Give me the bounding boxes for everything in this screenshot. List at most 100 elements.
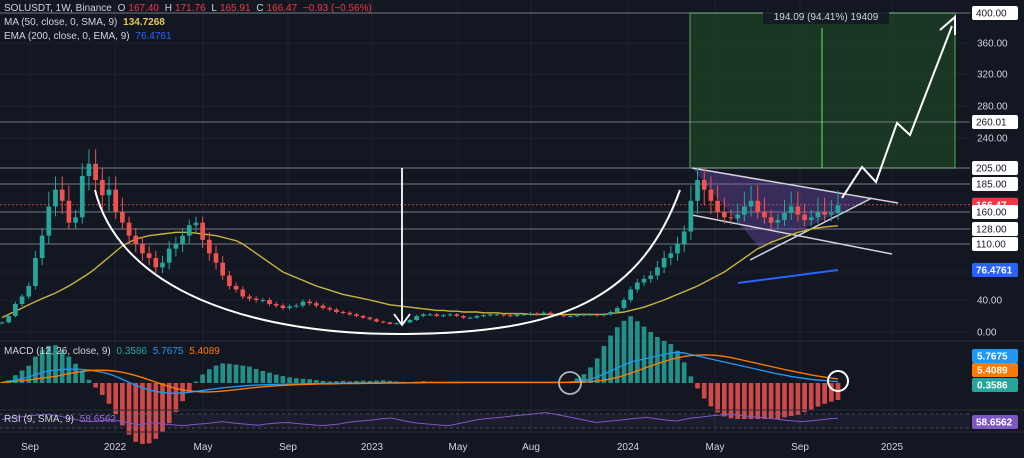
candle-body xyxy=(166,248,172,263)
candle-body xyxy=(681,231,687,244)
candle-body xyxy=(721,212,727,218)
candle-body xyxy=(828,213,834,215)
candle-56 xyxy=(374,318,379,323)
candle-10 xyxy=(66,185,72,229)
candle-body xyxy=(180,235,185,244)
macd-histogram-bar xyxy=(721,383,727,417)
candle-25 xyxy=(166,241,172,270)
candle-50 xyxy=(334,307,339,314)
macd-histogram-bar xyxy=(106,383,112,404)
macd-histogram-bar xyxy=(113,383,119,414)
candle-11 xyxy=(73,209,78,229)
candle-21 xyxy=(140,236,145,261)
candle-body xyxy=(715,200,720,212)
time-tick-4: 2023 xyxy=(361,442,384,453)
high-value: 171.76 xyxy=(175,3,206,14)
close-value: 166.47 xyxy=(266,3,298,14)
symbol-legend: SOLUSDT, 1W, Binance O 167.40 H 171.76 L 16… xyxy=(4,3,375,14)
candle-53 xyxy=(354,312,359,318)
price-label-7: 110.00 xyxy=(972,237,1018,251)
price-tick-4: 240.00 xyxy=(977,134,1008,145)
candle-body xyxy=(434,314,440,316)
candle-31 xyxy=(206,232,212,261)
macd-histogram-bar xyxy=(782,383,787,418)
rsi-axis-label-text: 58.6562 xyxy=(976,418,1013,429)
macd-histogram-bar xyxy=(601,346,607,383)
candle-33 xyxy=(220,255,226,280)
candle-35 xyxy=(233,282,239,293)
target-box-label-group: 194.09 (94.41%) 19409 xyxy=(763,8,889,24)
macd-histogram-bar xyxy=(815,383,821,407)
ma-value: 134.7268 xyxy=(123,17,165,28)
candle-body xyxy=(220,262,226,276)
candle-body xyxy=(193,222,199,226)
candle-body xyxy=(421,314,426,316)
macd-histogram-bar xyxy=(247,366,252,383)
candle-body xyxy=(487,314,493,316)
candle-body xyxy=(802,214,807,220)
candle-body xyxy=(748,200,754,207)
candle-body xyxy=(661,258,667,268)
macd-histogram-bar xyxy=(594,358,600,383)
macd-histogram-bar xyxy=(688,376,694,383)
candle-59 xyxy=(394,322,399,325)
macd-axis-label-1: 5.4089 xyxy=(972,363,1018,377)
candle-body xyxy=(735,214,741,219)
time-tick-3: Sep xyxy=(279,442,297,453)
candle-body xyxy=(668,253,674,258)
price-tick-12: 0.00 xyxy=(977,328,997,339)
candle-44 xyxy=(293,303,299,309)
macd-histogram-bar xyxy=(287,377,292,383)
candle-5 xyxy=(33,250,38,290)
price-label-1: 260.01 xyxy=(972,114,1018,129)
candle-41 xyxy=(273,301,279,308)
candle-body xyxy=(0,322,5,324)
price-label-5: 160.00 xyxy=(972,205,1018,219)
ma-label: MA (50, close, 0, SMA, 9) xyxy=(4,17,118,28)
price-label-8: 76.4761 xyxy=(972,263,1018,277)
low-value: 165.91 xyxy=(219,3,251,14)
macd-histogram-bar xyxy=(701,383,707,399)
candle-42 xyxy=(280,303,286,310)
candle-body xyxy=(233,286,239,290)
rsi-label: RSI (9, SMA, 9) xyxy=(4,414,75,425)
candle-24 xyxy=(160,255,165,274)
price-label-text: 205.00 xyxy=(976,164,1007,175)
close-label: C xyxy=(256,3,264,14)
candle-body xyxy=(695,180,700,201)
macd-histogram-bar xyxy=(213,365,219,383)
candle-body xyxy=(441,315,446,317)
macd-histogram-bar xyxy=(140,383,145,444)
candle-body xyxy=(581,314,587,316)
macd-histogram-bar xyxy=(788,383,794,416)
candle-body xyxy=(106,189,112,196)
candle-body xyxy=(427,314,433,316)
macd-histogram-bar xyxy=(233,364,239,383)
candle-body xyxy=(334,309,339,312)
candle-body xyxy=(66,200,72,223)
candle-body xyxy=(79,176,85,218)
candle-body xyxy=(59,189,65,201)
macd-histogram-bar xyxy=(99,383,105,395)
candle-body xyxy=(507,315,513,317)
candle-58 xyxy=(387,321,393,325)
candle-body xyxy=(628,289,634,300)
macd-histogram-bar xyxy=(206,369,212,383)
candle-body xyxy=(206,239,212,254)
candle-body xyxy=(655,267,660,276)
macd-histogram-bar xyxy=(762,383,767,419)
candle-body xyxy=(601,314,607,316)
candle-body xyxy=(340,312,346,313)
candle-67 xyxy=(447,312,453,317)
time-tick-6: Aug xyxy=(522,442,540,453)
candle-body xyxy=(568,316,573,317)
time-tick-5: May xyxy=(449,442,468,453)
candle-22 xyxy=(146,245,152,266)
price-label-3: 185.00 xyxy=(972,177,1018,191)
candle-30 xyxy=(200,216,205,248)
macd-histogram-bar xyxy=(822,383,827,404)
candle-48 xyxy=(320,303,326,310)
candle-73 xyxy=(487,312,493,317)
macd-histogram-bar xyxy=(220,363,226,383)
price-chart[interactable]: 194.09 (94.41%) 19409 360.00 320.00 280.00 2… xyxy=(0,0,1024,458)
